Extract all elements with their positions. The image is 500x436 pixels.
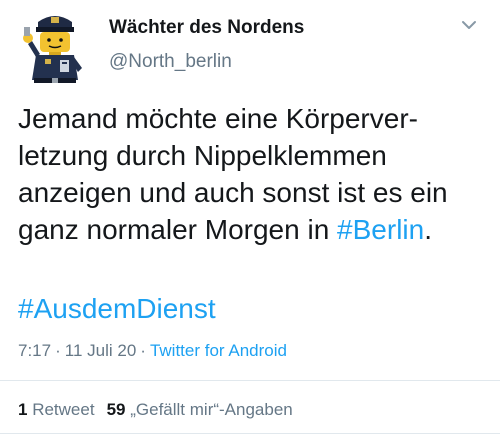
tweet-text-line: Jemand möchte eine Körperver- — [18, 103, 418, 134]
engagement-stats: 1 Retweet 59 „Gefällt mir“-Angaben — [18, 400, 293, 420]
likes-label: „Gefällt mir“-Angaben — [130, 400, 293, 419]
author-handle[interactable]: @North_berlin — [109, 51, 232, 73]
divider — [0, 380, 500, 381]
hashtag-link-berlin[interactable]: #Berlin — [337, 214, 424, 245]
tweet-time[interactable]: 7:17 — [18, 341, 51, 360]
tweet-text-line: ganz normaler Morgen in #Berlin. — [18, 211, 488, 248]
author-name[interactable]: Wächter des Nordens — [109, 17, 304, 39]
divider — [0, 433, 500, 434]
tweet-date[interactable]: 11 Juli 20 — [65, 341, 137, 360]
tweet-text: Jemand möchte eine Körperver- letzung du… — [18, 100, 488, 248]
tweet-text-line: anzeigen und auch sonst ist es ein — [18, 177, 448, 208]
tweet-text-fragment: ganz normaler Morgen in — [18, 214, 338, 245]
tweet-source-link[interactable]: Twitter for Android — [150, 341, 287, 360]
hashtag-link-ausdemdienst[interactable]: #AusdemDienst — [18, 290, 216, 327]
lego-police-officer-avatar-icon — [23, 16, 82, 83]
avatar[interactable] — [20, 8, 90, 86]
tweet-card: Wächter des Nordens @North_berlin Jemand… — [0, 0, 500, 436]
retweet-count: 1 — [18, 400, 28, 419]
likes-count: 59 — [106, 400, 126, 419]
retweets-stat[interactable]: 1 Retweet — [18, 400, 95, 419]
meta-separator: · — [55, 341, 61, 360]
meta-separator: · — [140, 341, 146, 360]
tweet-text-punctuation: . — [424, 214, 432, 245]
chevron-down-icon[interactable] — [461, 17, 477, 33]
tweet-text-line: letzung durch Nippelklemmen — [18, 140, 387, 171]
tweet-metadata: 7:17 · 11 Juli 20 · Twitter for Android — [18, 341, 287, 361]
retweet-label: Retweet — [32, 400, 95, 419]
likes-stat[interactable]: 59 „Gefällt mir“-Angaben — [107, 400, 293, 419]
